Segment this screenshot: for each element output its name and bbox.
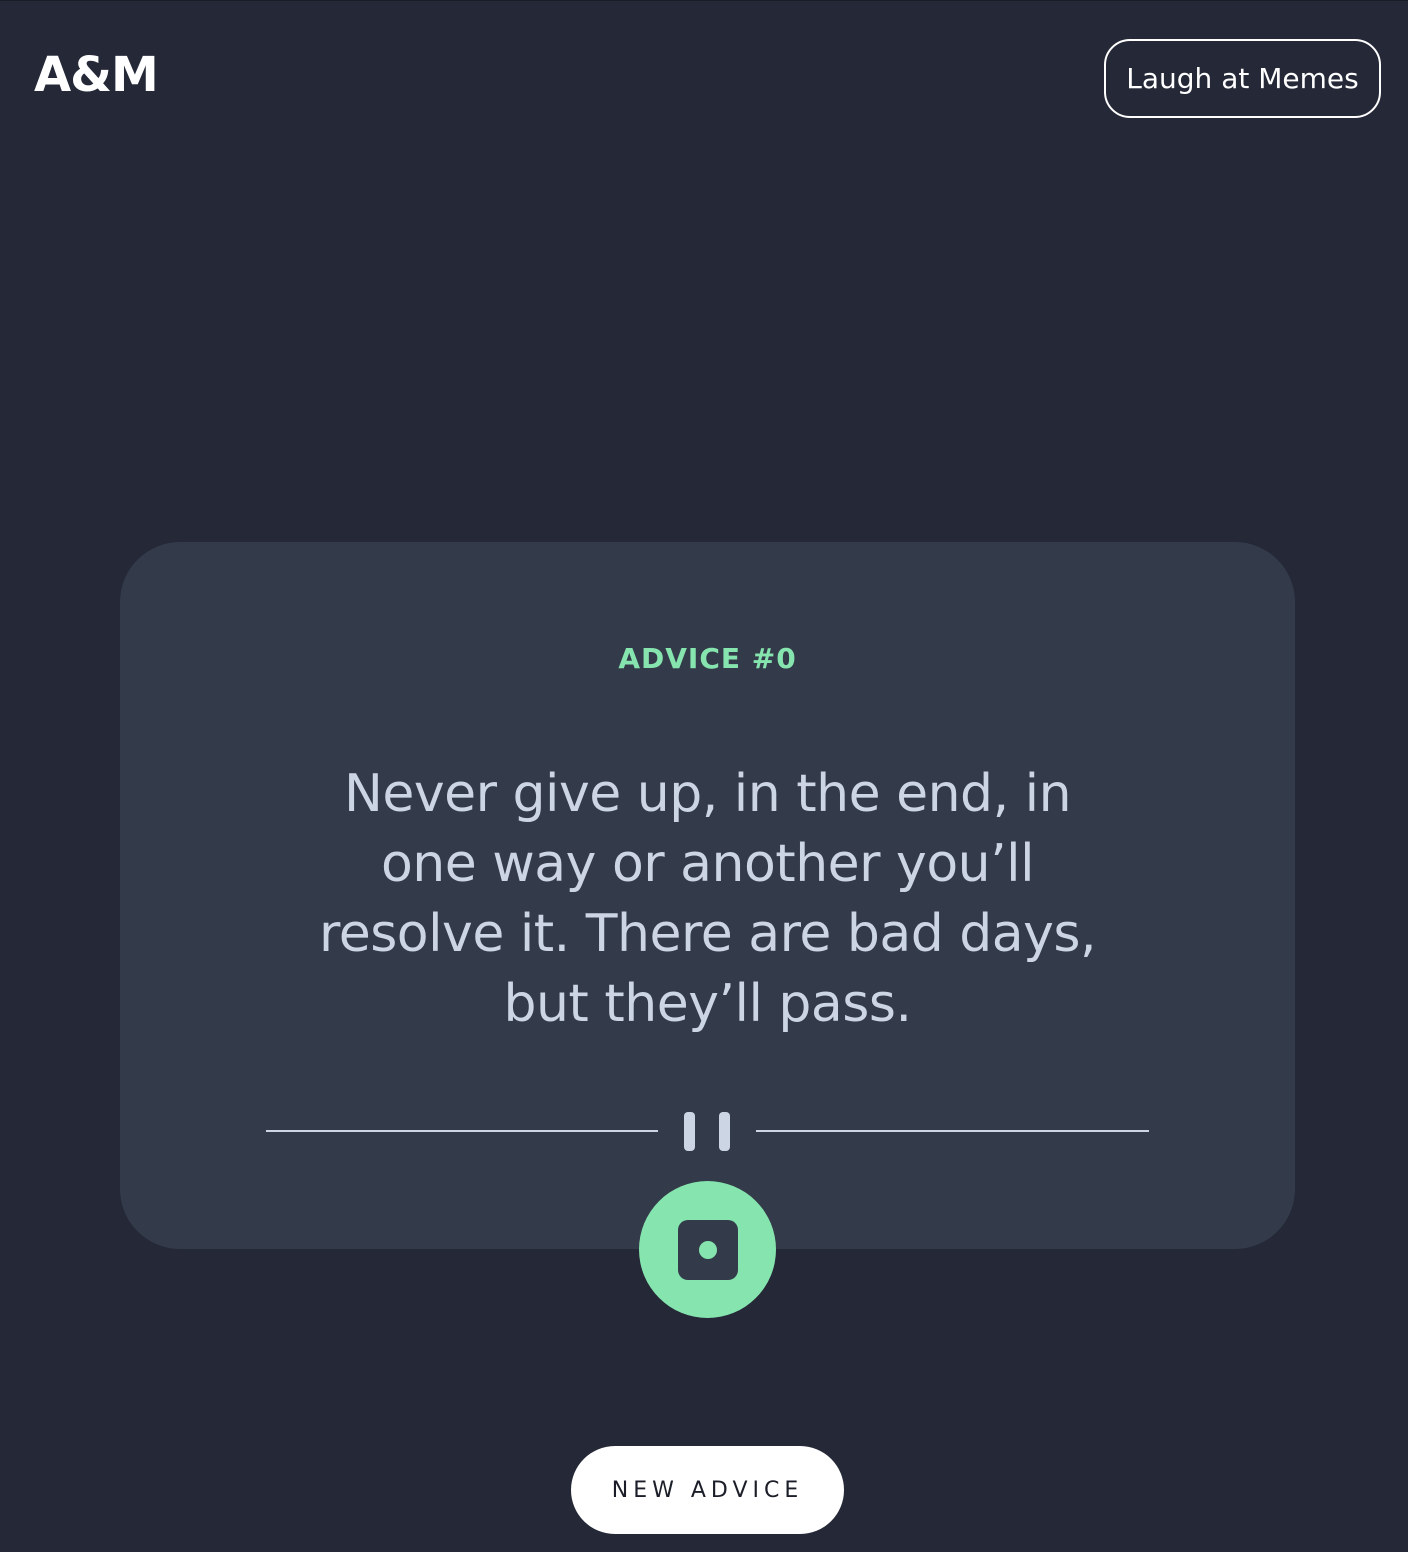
pattern-divider — [266, 1110, 1149, 1152]
advice-card: ADVICE #0 Never give up, in the end, in … — [120, 542, 1295, 1249]
new-advice-button[interactable]: NEW ADVICE — [571, 1446, 844, 1534]
pause-icon — [684, 1112, 730, 1151]
dice-icon — [677, 1219, 738, 1280]
advice-text: Never give up, in the end, in one way or… — [318, 764, 1097, 1034]
laugh-at-memes-button[interactable]: Laugh at Memes — [1104, 39, 1381, 118]
dice-button[interactable] — [639, 1181, 776, 1318]
logo: A&M — [34, 47, 159, 103]
advice-id-label: ADVICE #0 — [618, 642, 797, 675]
